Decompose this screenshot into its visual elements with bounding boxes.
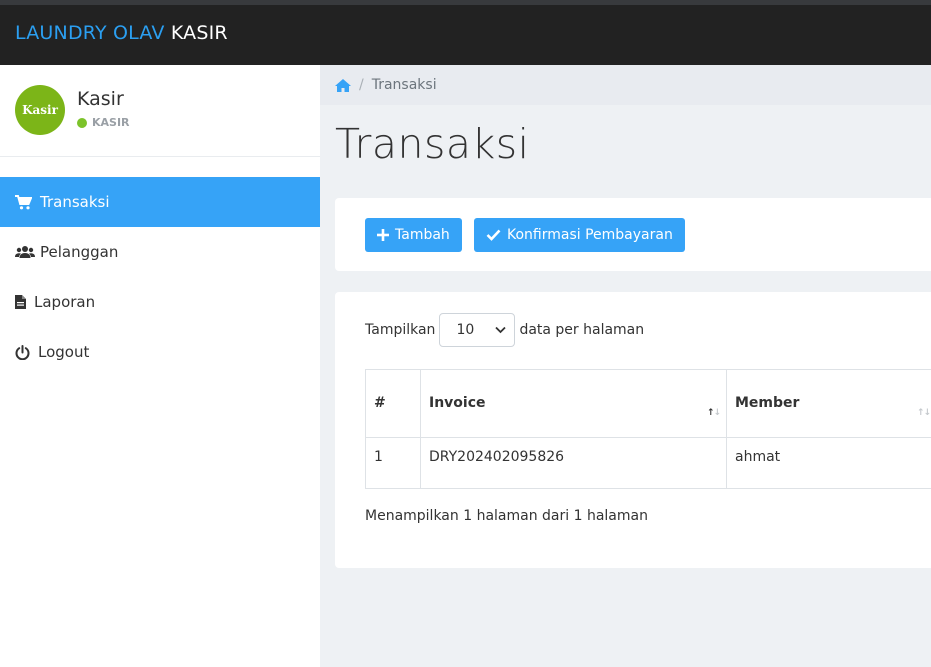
users-icon bbox=[15, 245, 35, 259]
column-header-label: # bbox=[374, 395, 386, 411]
column-header-member[interactable]: Member ↑↓ bbox=[726, 369, 931, 438]
transactions-card: Tampilkan 10 data per halaman # Invoice … bbox=[335, 292, 931, 568]
sort-icon: ↑↓ bbox=[916, 408, 931, 418]
sort-icon: ↑↓ bbox=[706, 408, 721, 418]
column-header-label: Member bbox=[735, 395, 800, 411]
length-suffix: data per halaman bbox=[519, 322, 645, 338]
plus-icon bbox=[377, 229, 389, 241]
cell-member: ahmat bbox=[726, 437, 931, 489]
user-profile: Kasir Kasir KASIR bbox=[0, 65, 320, 157]
file-icon bbox=[15, 295, 29, 309]
brand-name: LAUNDRY OLAV bbox=[15, 22, 165, 44]
brand-role: KASIR bbox=[170, 22, 228, 44]
sidebar-item-laporan[interactable]: Laporan bbox=[0, 277, 320, 327]
page-title: Transaksi bbox=[335, 120, 530, 168]
breadcrumb-separator: / bbox=[359, 77, 364, 93]
sidebar-menu: Transaksi Pelanggan Laporan Logout bbox=[0, 177, 320, 377]
page-length-control: Tampilkan 10 data per halaman bbox=[365, 313, 644, 347]
breadcrumb-current: Transaksi bbox=[371, 77, 437, 93]
power-icon bbox=[15, 344, 33, 360]
avatar: Kasir bbox=[15, 85, 65, 135]
sidebar-item-transaksi[interactable]: Transaksi bbox=[0, 177, 320, 227]
page-length-select[interactable]: 10 bbox=[439, 313, 516, 347]
sidebar-item-pelanggan[interactable]: Pelanggan bbox=[0, 227, 320, 277]
user-role-label: KASIR bbox=[92, 116, 130, 129]
brand-logo[interactable]: LAUNDRY OLAV KASIR bbox=[15, 22, 228, 44]
column-header-invoice[interactable]: Invoice ↑↓ bbox=[420, 369, 727, 438]
online-status-dot bbox=[77, 117, 87, 128]
chevron-down-icon bbox=[495, 326, 507, 334]
user-role: KASIR bbox=[77, 116, 130, 129]
cell-no: 1 bbox=[365, 437, 421, 489]
sidebar: Kasir Kasir KASIR Transaksi Pelanggan La… bbox=[0, 65, 320, 667]
add-button-label: Tambah bbox=[395, 227, 450, 243]
check-icon bbox=[486, 229, 501, 241]
add-button[interactable]: Tambah bbox=[365, 218, 462, 252]
transactions-table: # Invoice ↑↓ Member ↑↓ 1 DRY202402095826… bbox=[365, 369, 931, 489]
home-icon[interactable] bbox=[335, 78, 351, 92]
confirm-payment-label: Konfirmasi Pembayaran bbox=[507, 227, 673, 243]
user-name: Kasir bbox=[77, 88, 124, 110]
sidebar-item-label: Logout bbox=[38, 343, 90, 361]
length-prefix: Tampilkan bbox=[365, 322, 436, 338]
table-row[interactable]: 1 DRY202402095826 ahmat bbox=[365, 437, 931, 489]
breadcrumb: / Transaksi bbox=[320, 65, 931, 105]
confirm-payment-button[interactable]: Konfirmasi Pembayaran bbox=[474, 218, 685, 252]
page-length-value: 10 bbox=[456, 322, 475, 338]
column-header-no: # bbox=[365, 369, 421, 438]
table-info: Menampilkan 1 halaman dari 1 halaman bbox=[365, 508, 648, 524]
sidebar-item-logout[interactable]: Logout bbox=[0, 327, 320, 377]
top-navbar: LAUNDRY OLAV KASIR bbox=[0, 0, 931, 65]
cell-invoice: DRY202402095826 bbox=[420, 437, 727, 489]
actions-card: Tambah Konfirmasi Pembayaran bbox=[335, 198, 931, 271]
sidebar-item-label: Transaksi bbox=[40, 193, 110, 211]
column-header-label: Invoice bbox=[429, 395, 486, 411]
sidebar-item-label: Pelanggan bbox=[40, 243, 119, 261]
sidebar-item-label: Laporan bbox=[34, 293, 96, 311]
cart-icon bbox=[15, 194, 35, 210]
table-header-row: # Invoice ↑↓ Member ↑↓ bbox=[365, 369, 931, 438]
